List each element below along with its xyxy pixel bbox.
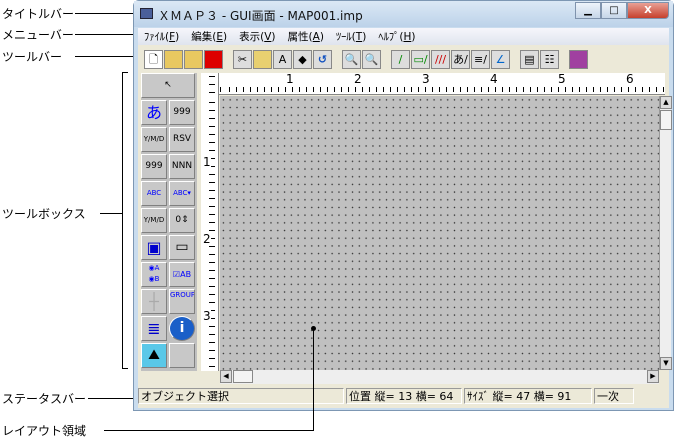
grid-tool[interactable]: ┼ bbox=[141, 289, 167, 314]
scroll-left-icon[interactable]: ◀ bbox=[220, 370, 232, 383]
info-tool[interactable]: i bbox=[169, 316, 195, 341]
scroll-thumb[interactable] bbox=[233, 370, 253, 383]
text-field-tool[interactable]: NNN bbox=[169, 154, 195, 179]
ruler-label: 5 bbox=[558, 72, 566, 86]
erase-icon[interactable]: ◆ bbox=[293, 50, 312, 69]
ruler-label: 4 bbox=[490, 72, 498, 86]
annotation-tool-box: ツールボックス bbox=[2, 205, 86, 222]
number-tool[interactable]: 999 bbox=[169, 100, 195, 125]
layout-canvas[interactable] bbox=[220, 96, 659, 370]
list-tool[interactable]: ≣ bbox=[141, 316, 167, 341]
text-tool[interactable]: あ bbox=[141, 100, 167, 125]
edit-pen-icon[interactable]: ▭/ bbox=[411, 50, 430, 69]
button-tool[interactable]: ▭ bbox=[169, 235, 195, 260]
numbering-icon[interactable]: ☷ bbox=[540, 50, 559, 69]
pointer-tool[interactable]: ↖ bbox=[141, 73, 195, 98]
copy-icon[interactable] bbox=[253, 50, 272, 69]
number-field-tool[interactable]: 999 bbox=[141, 154, 167, 179]
screen-tool[interactable]: ▣ bbox=[141, 235, 167, 260]
title-bar: ＸＭＡＰ３ - GUI画面 - MAP001.imp ▁ □ X bbox=[134, 1, 673, 27]
listbox-tool[interactable]: ABC bbox=[141, 181, 167, 206]
ruler-label: 2 bbox=[354, 72, 362, 86]
font-pen-icon[interactable]: あ/ bbox=[451, 50, 470, 69]
scroll-down-icon[interactable]: ▼ bbox=[660, 357, 672, 370]
status-position: 位置 縦= 13 横= 64 bbox=[346, 388, 462, 404]
window-title: ＸＭＡＰ３ - GUI画面 - MAP001.imp bbox=[158, 7, 363, 24]
ruler-label: 3 bbox=[422, 72, 430, 86]
date-field-tool[interactable]: Y/M/D bbox=[141, 208, 167, 233]
zoom-out-icon[interactable]: 🔍 bbox=[362, 50, 381, 69]
dictionary-icon[interactable] bbox=[569, 50, 588, 69]
radio-tool[interactable]: ◉A ◉B bbox=[141, 262, 167, 287]
combobox-tool[interactable]: ABC▾ bbox=[169, 181, 195, 206]
annotation-tool-bar: ツールバー bbox=[2, 48, 62, 65]
vertical-scrollbar[interactable]: ▲ ▼ bbox=[659, 96, 671, 370]
annotation-menu-bar: メニューバー bbox=[2, 26, 74, 43]
menu-attribute[interactable]: 属性(A) bbox=[288, 29, 324, 44]
annotation-status-bar: ステータスバー bbox=[2, 390, 86, 407]
line-pen-icon[interactable]: ≡/ bbox=[471, 50, 490, 69]
cut-icon[interactable]: ✂ bbox=[233, 50, 252, 69]
ruler-label: 6 bbox=[626, 72, 634, 86]
status-mode: 一次 bbox=[594, 388, 634, 404]
close-button[interactable]: X bbox=[627, 2, 669, 19]
horizontal-scrollbar[interactable]: ◀ ▶ bbox=[220, 370, 659, 384]
scroll-up-icon[interactable]: ▲ bbox=[660, 96, 672, 109]
ruler-label: 2 bbox=[203, 232, 211, 246]
annotation-title-bar: タイトルバー bbox=[2, 5, 74, 22]
menu-help[interactable]: ﾍﾙﾌﾟ(H) bbox=[378, 29, 415, 44]
vertical-ruler: 1 2 3 bbox=[201, 73, 219, 371]
maximize-button[interactable]: □ bbox=[601, 2, 627, 19]
menu-tools[interactable]: ﾂｰﾙ(T) bbox=[336, 29, 366, 44]
menu-file[interactable]: ﾌｧｲﾙ(F) bbox=[144, 29, 179, 44]
picture-tool[interactable]: ⛰ bbox=[141, 343, 167, 368]
horizontal-ruler: 1 2 3 4 5 6 bbox=[201, 73, 665, 95]
spin-tool[interactable]: 0⇕ bbox=[169, 208, 195, 233]
application-window: ＸＭＡＰ３ - GUI画面 - MAP001.imp ▁ □ X ﾌｧｲﾙ(F)… bbox=[133, 0, 674, 411]
undo-icon[interactable]: ↺ bbox=[313, 50, 332, 69]
status-bar: オブジェクト選択 位置 縦= 13 横= 64 ｻｲｽﾞ 縦= 47 横= 91… bbox=[138, 388, 669, 405]
rsv-tool[interactable]: RSV bbox=[169, 127, 195, 152]
menu-edit[interactable]: 編集(E) bbox=[191, 29, 227, 44]
exit-icon[interactable] bbox=[204, 50, 223, 69]
toolbox: ↖ あ 999 Y/M/D RSV 999 NNN ABC ABC▾ Y/M/D… bbox=[141, 73, 197, 371]
group-tool[interactable]: GROUP bbox=[169, 289, 195, 314]
status-size: ｻｲｽﾞ 縦= 47 横= 91 bbox=[464, 388, 592, 404]
app-icon bbox=[140, 8, 153, 19]
pen-icon[interactable]: / bbox=[391, 50, 410, 69]
scroll-thumb[interactable] bbox=[660, 110, 672, 130]
chart-pen-icon[interactable]: ∠ bbox=[491, 50, 510, 69]
annotation-layout-area: レイアウト領域 bbox=[2, 422, 86, 439]
open-template-icon[interactable] bbox=[184, 50, 203, 69]
ruler-label: 3 bbox=[203, 309, 211, 323]
toolbar: 🗋 ✂ A ◆ ↺ 🔍 🔍 / ▭/ /// あ/ ≡/ ∠ ▤ ☷ bbox=[138, 48, 669, 71]
new-icon[interactable]: 🗋 bbox=[144, 50, 163, 69]
color-pen-icon[interactable]: /// bbox=[431, 50, 450, 69]
ruler-label: 1 bbox=[203, 155, 211, 169]
ruler-label: 1 bbox=[286, 72, 294, 86]
tab-order-icon[interactable]: ▤ bbox=[520, 50, 539, 69]
empty-tool bbox=[169, 343, 195, 368]
menu-view[interactable]: 表示(V) bbox=[239, 29, 275, 44]
menu-bar: ﾌｧｲﾙ(F) 編集(E) 表示(V) 属性(A) ﾂｰﾙ(T) ﾍﾙﾌﾟ(H) bbox=[138, 28, 669, 45]
open-icon[interactable] bbox=[164, 50, 183, 69]
checkbox-tool[interactable]: ☑AB bbox=[169, 262, 195, 287]
minimize-button[interactable]: ▁ bbox=[575, 2, 601, 19]
zoom-in-icon[interactable]: 🔍 bbox=[342, 50, 361, 69]
paste-icon[interactable]: A bbox=[273, 50, 292, 69]
scroll-right-icon[interactable]: ▶ bbox=[647, 370, 659, 383]
date-tool[interactable]: Y/M/D bbox=[141, 127, 167, 152]
